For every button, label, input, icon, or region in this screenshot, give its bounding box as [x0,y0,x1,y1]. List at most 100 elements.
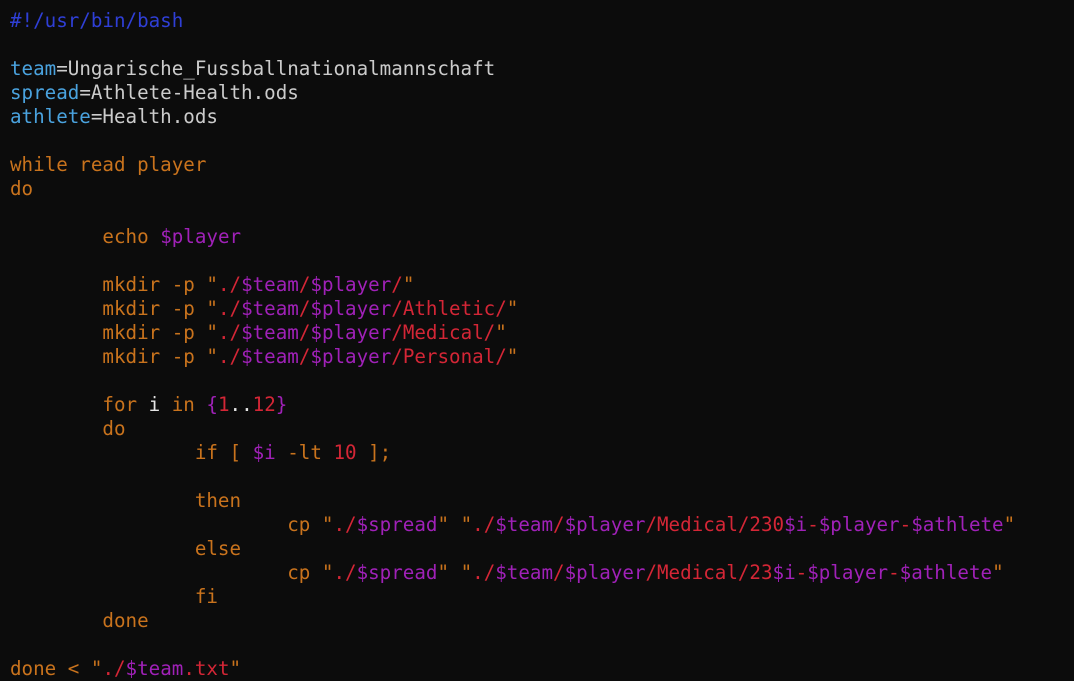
code-token: $player [807,561,889,584]
code-token: $i [784,513,808,536]
code-line[interactable] [10,129,1070,153]
code-line[interactable]: mkdir -p "./$team/$player/" [10,273,1070,297]
code-token: $player [818,513,900,536]
code-token: - [795,561,808,584]
code-token: $player [310,345,392,368]
code-token: spread [10,81,80,104]
code-token: $player [564,513,646,536]
code-token: cp [10,561,322,584]
code-token: ./ [472,561,496,584]
code-token: ]; [356,441,392,464]
code-token: done [10,609,149,632]
code-token: do [10,177,34,200]
code-token: } [275,393,288,416]
code-token: $team [241,273,299,296]
code-token: $i [252,441,276,464]
code-editor[interactable]: #!/usr/bin/bash team=Ungarische_Fussballn… [10,9,1070,681]
code-line[interactable]: do [10,177,1070,201]
code-token: /Medical/ [391,321,496,344]
code-token: /Medical/230 [645,513,785,536]
code-line[interactable]: done [10,609,1070,633]
code-token: ./ [217,345,242,368]
code-line[interactable]: mkdir -p "./$team/$player/Personal/" [10,345,1070,369]
code-line[interactable]: else [10,537,1070,561]
code-token: ./ [102,657,126,680]
code-token: $team [495,513,554,536]
code-token: " [206,345,218,368]
code-token: #!/usr/bin/bash [10,9,184,32]
code-line[interactable]: fi [10,585,1070,609]
code-token: / [298,273,311,296]
code-token: " [506,297,519,320]
code-token: $i [772,561,796,584]
code-token: " [437,513,450,536]
code-token: $team [241,297,299,320]
code-token: for [10,393,149,416]
code-token: 12 [252,393,276,416]
code-line[interactable] [10,633,1070,657]
code-line[interactable]: do [10,417,1070,441]
code-token: $player [310,273,392,296]
code-token: in [160,393,207,416]
code-token: " [460,561,473,584]
code-line[interactable]: team=Ungarische_Fussballnationalmannscha… [10,57,1070,81]
code-token: ./ [217,297,242,320]
code-token: .. [229,393,253,416]
code-line[interactable]: for i in {1..12} [10,393,1070,417]
code-token: i [148,393,161,416]
code-line[interactable]: spread=Athlete-Health.ods [10,81,1070,105]
code-token: / [298,345,311,368]
code-token: $athlete [911,513,1004,536]
code-line[interactable]: mkdir -p "./$team/$player/Athletic/" [10,297,1070,321]
code-line[interactable] [10,249,1070,273]
code-token: $team [125,657,184,680]
code-line[interactable]: cp "./$spread" "./$team/$player/Medical/… [10,513,1070,537]
code-token: $athlet [899,561,981,584]
code-token: $team [241,321,299,344]
code-token: if [ [10,441,253,464]
code-line[interactable]: mkdir -p "./$team/$player/Medical/" [10,321,1070,345]
code-line[interactable] [10,33,1070,57]
code-line[interactable] [10,201,1070,225]
code-token: echo [10,225,161,248]
code-token: e [980,561,993,584]
code-token: ./ [472,513,496,536]
code-token: /Athletic/ [391,297,507,320]
code-token: mkdir -p [10,273,207,296]
code-token: then [10,489,242,512]
code-token: / [298,297,311,320]
code-token: " [206,273,218,296]
code-token: $spread [356,513,438,536]
code-line[interactable]: echo $player [10,225,1070,249]
code-token: " [437,561,450,584]
code-token: $spread [356,561,438,584]
code-token: { [206,393,218,416]
code-line[interactable]: while read player [10,153,1070,177]
code-token: - [807,513,819,536]
code-token: " [992,561,1004,584]
code-token: $player [564,561,646,584]
code-line[interactable] [10,369,1070,393]
code-token: else [10,537,242,560]
code-line[interactable]: athlete=Health.ods [10,105,1070,129]
code-token: $player [310,321,392,344]
code-token: " [1003,513,1016,536]
code-line[interactable]: if [ $i -lt 10 ]; [10,441,1070,465]
code-token: / [391,273,403,296]
code-line[interactable]: then [10,489,1070,513]
code-token: " [90,657,103,680]
code-token: " [321,513,334,536]
code-token: $player [310,297,392,320]
code-line[interactable]: cp "./$spread" "./$team/$player/Medical/… [10,561,1070,585]
code-line[interactable] [10,465,1070,489]
code-line[interactable]: done < "./$team.txt" [10,657,1070,681]
code-token: =Athlete-Health.ods [79,81,299,104]
code-token: -lt [275,441,334,464]
code-token: " [402,273,415,296]
code-token: " [321,561,334,584]
code-token: athlete [10,105,91,128]
code-token: mkdir -p [10,345,207,368]
code-line[interactable]: #!/usr/bin/bash [10,9,1070,33]
